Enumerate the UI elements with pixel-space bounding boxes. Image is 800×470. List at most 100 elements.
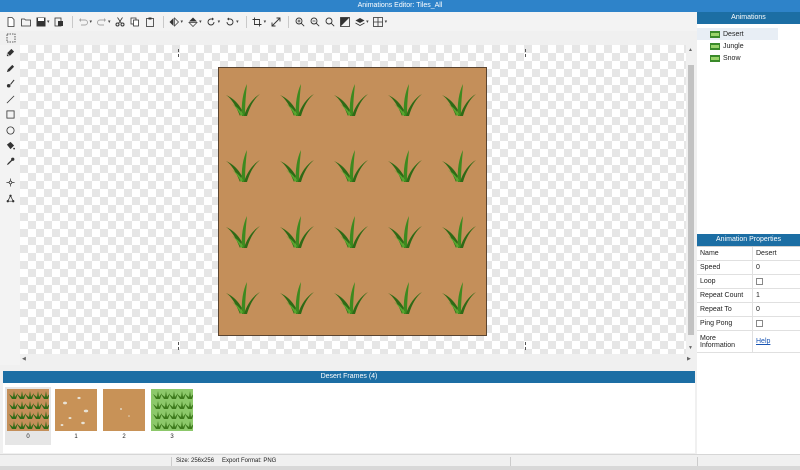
flip-vertical-dropdown-icon[interactable]: ▾ [199,19,202,25]
ping-pong-checkbox[interactable] [756,320,763,327]
cut-icon[interactable] [114,15,127,28]
vertical-scroll-thumb[interactable] [688,65,694,335]
rotate-left-dropdown-icon[interactable]: ▾ [218,19,221,25]
grid-icon[interactable] [372,15,385,28]
flip-vertical-icon[interactable] [186,15,199,28]
tool-palette [0,45,20,365]
brush-icon[interactable] [0,76,20,92]
flip-horizontal-icon[interactable] [168,15,181,28]
property-key: Loop [697,275,753,288]
animation-item-label: Snow [723,54,741,62]
frame-thumbnail[interactable]: 1 [53,387,99,445]
fill-bucket-icon[interactable] [0,138,20,154]
property-value-repeat-to[interactable]: 0 [753,306,760,313]
rectangle-icon[interactable] [0,107,20,123]
canvas-viewport[interactable] [20,45,686,354]
flip-horizontal-dropdown-icon[interactable]: ▾ [181,19,184,25]
layers-icon[interactable] [353,15,366,28]
eyedropper-icon[interactable] [0,154,20,170]
grass-tuft [333,280,369,316]
layers-dropdown-icon[interactable]: ▾ [366,19,369,25]
loop-checkbox[interactable] [756,278,763,285]
crop-icon[interactable] [251,15,264,28]
animation-item-snow[interactable]: Snow [697,52,800,64]
nodes-icon[interactable] [0,191,20,207]
save-dropdown-icon[interactable]: ▾ [47,19,50,25]
redo-dropdown-icon[interactable]: ▾ [108,19,111,25]
property-value-speed[interactable]: 0 [753,264,760,271]
line-icon[interactable] [0,92,20,108]
property-key: Repeat Count [697,289,753,302]
adjust-icon[interactable] [338,15,351,28]
grass-tuft [333,148,369,184]
toolbar-separator [288,15,290,28]
grass-tuft [333,214,369,250]
property-key: Ping Pong [697,317,753,330]
paste-icon[interactable] [144,15,157,28]
vertical-scrollbar[interactable]: ▲ ▼ [686,45,696,354]
pencil-icon[interactable] [0,61,20,77]
help-link[interactable]: Help [756,338,770,345]
property-row-name: Name Desert [697,247,800,261]
properties-grid: Name Desert Speed 0 Loop Repeat Count 1 … [697,246,800,353]
scroll-down-icon[interactable]: ▼ [688,345,693,351]
redo-icon[interactable] [95,15,108,28]
undo-icon[interactable] [77,15,90,28]
tile-image-canvas[interactable] [218,67,487,336]
property-key: More Information [697,331,753,352]
frame-image-grass [7,389,50,431]
window-title: Animations Editor: Tiles_All [0,0,800,12]
property-value-repeat-count[interactable]: 1 [753,292,760,299]
frame-thumbnail[interactable]: 2 [101,387,147,445]
move-point-icon[interactable] [0,175,20,191]
zoom-fit-icon[interactable] [323,15,336,28]
property-key: Name [697,247,753,260]
rotate-left-icon[interactable] [205,15,218,28]
property-row-ping-pong: Ping Pong [697,317,800,331]
rotate-right-dropdown-icon[interactable]: ▾ [236,19,239,25]
grass-tuft [441,214,477,250]
animation-item-jungle[interactable]: Jungle [697,40,800,52]
select-marquee-icon[interactable] [4,32,17,45]
scroll-left-icon[interactable]: ◀ [22,356,26,362]
animation-item-desert[interactable]: Desert [697,28,778,40]
horizontal-scrollbar[interactable]: ◀ ▶ [20,354,696,364]
export-icon[interactable] [53,15,66,28]
property-row-loop: Loop [697,275,800,289]
rotate-right-icon[interactable] [223,15,236,28]
main-toolbar: ▾ ▾ ▾ ▾ ▾ ▾ ▾ ▾ ▾ ▾ [0,12,697,31]
frame-image-dirt [103,389,145,431]
frame-image-pebbles [55,389,97,431]
zoom-in-icon[interactable] [293,15,306,28]
frame-index: 2 [122,434,126,440]
save-icon[interactable] [34,15,47,28]
grass-tuft [387,82,423,118]
resize-icon[interactable] [269,15,282,28]
grass-tuft [387,148,423,184]
frame-thumbnail[interactable]: 0 [5,387,51,445]
frames-panel: 0 1 2 3 [3,383,695,453]
frame-image-green-grass [151,389,194,431]
grass-tuft [225,148,261,184]
grass-tuft [441,280,477,316]
eraser-icon[interactable] [0,45,20,61]
zoom-out-icon[interactable] [308,15,321,28]
scroll-up-icon[interactable]: ▲ [688,47,693,53]
frame-thumbnail[interactable]: 3 [149,387,195,445]
grid-dropdown-icon[interactable]: ▾ [385,19,388,25]
frames-panel-header: Desert Frames (4) [3,371,695,383]
new-file-icon[interactable] [4,15,17,28]
copy-icon[interactable] [129,15,142,28]
ellipse-icon[interactable] [0,123,20,139]
frame-index: 1 [74,434,78,440]
scroll-right-icon[interactable]: ▶ [687,356,691,362]
grass-tuft [441,82,477,118]
filmstrip-icon [710,54,720,62]
grass-tuft [387,214,423,250]
grass-tuft [225,82,261,118]
open-folder-icon[interactable] [19,15,32,28]
property-value-name[interactable]: Desert [753,250,777,257]
crop-dropdown-icon[interactable]: ▾ [264,19,267,25]
frame-index: 0 [26,434,30,440]
undo-dropdown-icon[interactable]: ▾ [90,19,93,25]
